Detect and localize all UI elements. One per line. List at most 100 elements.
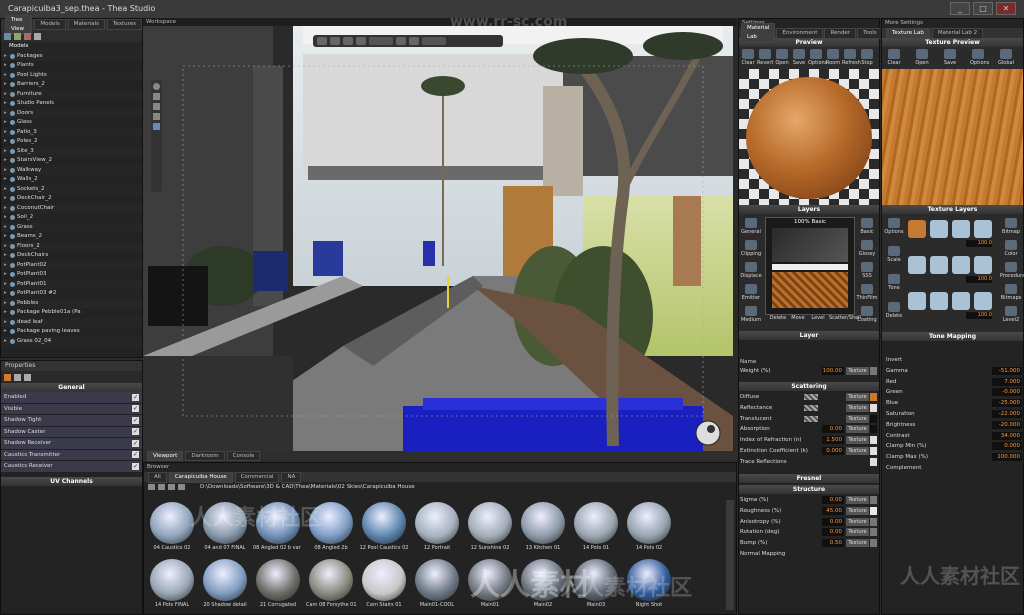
- render-tool-icon[interactable]: [343, 37, 353, 45]
- expand-icon[interactable]: ▸: [4, 118, 7, 128]
- tree-item[interactable]: ▸ DeckChairs: [1, 251, 142, 261]
- pan-icon[interactable]: [153, 93, 160, 100]
- texture-node[interactable]: [930, 292, 948, 310]
- material-thumbnail[interactable]: Cam Stairs 01: [359, 557, 409, 613]
- expand-icon[interactable]: ▸: [4, 194, 7, 204]
- select-icon[interactable]: [153, 113, 160, 120]
- structure-value[interactable]: 0.00: [822, 528, 844, 537]
- preview-tool[interactable]: Refresh: [842, 49, 861, 66]
- expand-icon[interactable]: ▸: [4, 99, 7, 109]
- texture-layer-left-tool[interactable]: Tone: [883, 274, 905, 291]
- expand-icon[interactable]: ▸: [4, 337, 7, 347]
- tree-item[interactable]: ▸ Plants: [1, 61, 142, 71]
- texture-layers-header[interactable]: Texture Layers: [882, 205, 1023, 214]
- texture-preview-tool[interactable]: Global: [998, 49, 1014, 66]
- texture-layer-right-tool[interactable]: Bitmaps: [1000, 284, 1022, 301]
- tab-browser-na[interactable]: NA: [281, 471, 302, 483]
- tree-item[interactable]: ▸ PotPlant03 #2: [1, 289, 142, 299]
- preview-tool[interactable]: Options: [808, 49, 827, 66]
- expand-icon[interactable]: ▸: [4, 232, 7, 242]
- texture-layer-right-tool[interactable]: Bitmap: [1000, 218, 1022, 235]
- tab-texture-lab[interactable]: Texture Lab: [886, 27, 930, 39]
- mode-select[interactable]: [422, 37, 446, 45]
- expand-icon[interactable]: ▸: [4, 90, 7, 100]
- texture-button[interactable]: Texture: [846, 436, 869, 445]
- texture-button[interactable]: Texture: [846, 425, 869, 434]
- texture-layer-left-tool[interactable]: Delete: [883, 302, 905, 319]
- expand-icon[interactable]: ▸: [4, 61, 7, 71]
- expand-icon[interactable]: ▸: [4, 166, 7, 176]
- tab-render[interactable]: Render: [824, 27, 857, 39]
- tree-tool-icon[interactable]: [4, 32, 11, 40]
- layer-right-tool[interactable]: ThinFilm: [856, 284, 878, 301]
- texture-layer-value[interactable]: 100.0: [966, 312, 992, 319]
- orbit-icon[interactable]: [153, 83, 160, 90]
- tree-item[interactable]: ▸ Grass: [1, 222, 142, 233]
- color-swatch[interactable]: [870, 393, 877, 401]
- folder-icon[interactable]: [168, 484, 175, 490]
- tree-tool-icon[interactable]: [14, 32, 21, 40]
- scattering-gradient[interactable]: [804, 404, 818, 411]
- checkbox[interactable]: ✓: [132, 451, 139, 458]
- checkbox[interactable]: ✓: [132, 439, 139, 447]
- expand-icon[interactable]: ▸: [4, 204, 7, 214]
- material-thumbnail[interactable]: 21 Corrugated: [253, 557, 303, 613]
- tree-item[interactable]: ▸ CoconutChair: [1, 203, 142, 214]
- tree-item[interactable]: ▸ Doors: [1, 108, 142, 119]
- expand-icon[interactable]: ▸: [4, 185, 7, 195]
- texture-layer-left-tool[interactable]: Scale: [883, 246, 905, 263]
- tree-item[interactable]: ▸ Packages: [1, 51, 142, 61]
- expand-icon[interactable]: ▸: [4, 327, 7, 337]
- expand-icon[interactable]: ▸: [4, 128, 7, 138]
- tab-material-lab-2[interactable]: Material Lab 2: [931, 27, 984, 39]
- material-thumbnail[interactable]: 14 Pots FINAL: [147, 557, 197, 613]
- expand-icon[interactable]: ▸: [4, 156, 7, 166]
- tree-item[interactable]: ▸ PotPlant03: [1, 270, 142, 280]
- tab-material-lab[interactable]: Material Lab: [741, 23, 776, 43]
- structure-value[interactable]: 45.00: [822, 506, 844, 515]
- expand-icon[interactable]: ▸: [4, 261, 7, 271]
- color-swatch[interactable]: [870, 403, 877, 412]
- tab-materials[interactable]: Materials: [67, 19, 105, 30]
- checkbox[interactable]: [870, 457, 877, 466]
- structure-value[interactable]: 0.00: [822, 496, 844, 504]
- texture-node[interactable]: [974, 256, 992, 274]
- layer-left-tool[interactable]: Medium: [740, 306, 762, 323]
- texture-node[interactable]: [974, 220, 992, 238]
- render-tool-icon[interactable]: [317, 37, 327, 45]
- expand-icon[interactable]: ▸: [4, 137, 7, 147]
- tree-item[interactable]: ▸ Soil_2: [1, 213, 142, 223]
- expand-icon[interactable]: ▸: [4, 308, 7, 318]
- texture-button[interactable]: Texture: [846, 414, 869, 423]
- texture-node[interactable]: [952, 220, 970, 238]
- weight-texture-button[interactable]: Texture: [846, 367, 869, 375]
- texture-layer-value[interactable]: 100.0: [966, 276, 992, 283]
- expand-icon[interactable]: ▸: [4, 175, 7, 185]
- scattering-gradient[interactable]: [804, 415, 818, 422]
- tone-value[interactable]: -20.000: [992, 420, 1022, 429]
- close-button[interactable]: ✕: [996, 2, 1016, 15]
- tab-browser-commercial[interactable]: Commercial: [234, 471, 280, 483]
- layer-right-tool[interactable]: Glossy: [856, 240, 878, 257]
- expand-icon[interactable]: ▸: [4, 270, 7, 280]
- tree-item[interactable]: ▸ Patio_3: [1, 127, 142, 138]
- texture-preview[interactable]: [882, 69, 1023, 205]
- texture-button[interactable]: Texture: [846, 393, 869, 401]
- tone-value[interactable]: -51.000: [992, 366, 1022, 375]
- texture-preview-header[interactable]: Texture Preview: [882, 38, 1023, 47]
- tone-value[interactable]: 100.000: [992, 453, 1022, 462]
- material-thumbnail[interactable]: 13 Kitchen 01: [518, 500, 568, 556]
- tree-item[interactable]: ▸ Package Pebble01a (Pa: [1, 308, 142, 318]
- tree-item[interactable]: ▸ Sockets_2: [1, 184, 142, 195]
- material-thumbnail[interactable]: Cam 08 Forsythe 01: [306, 557, 356, 613]
- checkbox[interactable]: ✓: [132, 462, 139, 470]
- tree-item[interactable]: ▸ Pebbles: [1, 298, 142, 308]
- layer-bottom-tool[interactable]: Delete: [769, 315, 787, 321]
- tab-darkroom[interactable]: Darkroom: [185, 451, 225, 461]
- expand-icon[interactable]: ▸: [4, 223, 7, 233]
- render-tool-icon[interactable]: [409, 37, 419, 45]
- checkbox[interactable]: ✓: [132, 405, 139, 412]
- layer-left-tool[interactable]: Emitter: [740, 284, 762, 301]
- expand-icon[interactable]: ▸: [4, 109, 7, 119]
- layer-bottom-tool[interactable]: Scatter/Shell: [829, 315, 861, 321]
